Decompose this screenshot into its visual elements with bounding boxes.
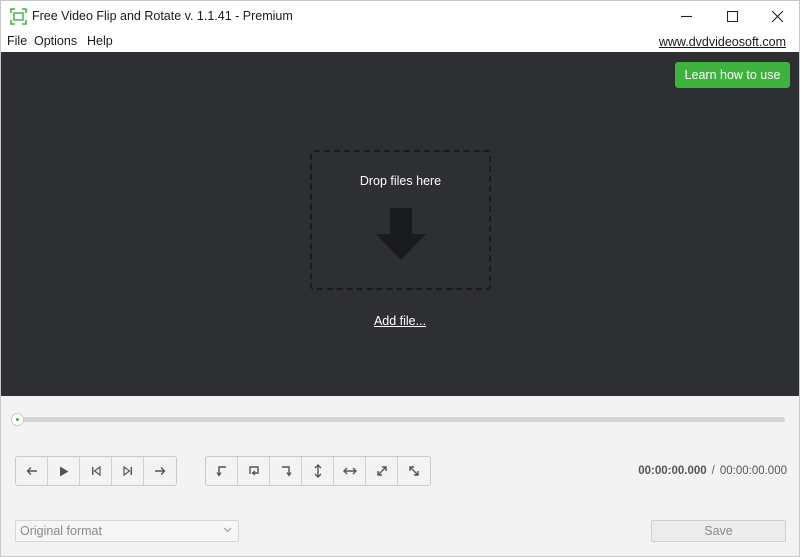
- total-time: 00:00:00.000: [719, 465, 787, 477]
- website-link[interactable]: www.dvdvideosoft.com: [659, 35, 786, 49]
- rotate-left-icon: [215, 466, 226, 477]
- arrow-right-icon: [155, 467, 166, 475]
- play-button[interactable]: [48, 457, 80, 485]
- app-window: Free Video Flip and Rotate v. 1.1.41 - P…: [0, 0, 800, 557]
- time-readout: 00:00:00.000 / 00:00:00.000: [638, 465, 787, 477]
- output-format-select[interactable]: Original format: [15, 520, 239, 542]
- drop-files-label: Drop files here: [359, 174, 442, 188]
- minimize-icon: [680, 15, 692, 18]
- close-icon: [771, 11, 783, 22]
- skip-start-button[interactable]: [80, 457, 112, 485]
- maximize-button[interactable]: [709, 1, 755, 32]
- skip-end-icon: [122, 466, 132, 476]
- save-button[interactable]: Save: [651, 520, 786, 542]
- drop-panel[interactable]: Learn how to use Drop files here Add fil…: [1, 52, 799, 396]
- rotate-180-button[interactable]: [238, 457, 270, 485]
- seek-thumb[interactable]: [11, 413, 24, 426]
- transform-controls: [205, 456, 431, 486]
- transverse-icon: [409, 466, 419, 476]
- add-file-label[interactable]: Add file...: [374, 314, 426, 328]
- rotate-right-icon: [281, 466, 292, 477]
- window-title: Free Video Flip and Rotate v. 1.1.41 - P…: [32, 9, 293, 23]
- menu-file[interactable]: File: [7, 34, 27, 48]
- arrow-left-icon: [26, 467, 37, 475]
- maximize-icon: [726, 11, 738, 22]
- rotate-right-button[interactable]: [270, 457, 302, 485]
- flip-vertical-button[interactable]: [302, 457, 334, 485]
- menu-options[interactable]: Options: [34, 34, 77, 48]
- menu-help[interactable]: Help: [87, 34, 113, 48]
- close-button[interactable]: [754, 1, 800, 32]
- transpose-button[interactable]: [366, 457, 398, 485]
- app-logo-icon: [10, 8, 27, 25]
- transpose-icon: [376, 466, 387, 476]
- title-bar[interactable]: Free Video Flip and Rotate v. 1.1.41 - P…: [1, 1, 799, 32]
- transverse-button[interactable]: [398, 457, 430, 485]
- rotate-left-button[interactable]: [206, 457, 238, 485]
- menu-bar: File Options Help www.dvdvideosoft.com: [1, 32, 799, 52]
- flip-horizontal-icon: [342, 467, 357, 475]
- add-file-link[interactable]: Add file...: [1, 314, 799, 328]
- time-separator: /: [711, 465, 715, 477]
- current-time: 00:00:00.000: [638, 465, 707, 477]
- play-icon: [59, 466, 68, 476]
- drop-zone[interactable]: Drop files here: [310, 150, 491, 290]
- flip-horizontal-button[interactable]: [334, 457, 366, 485]
- previous-frame-button[interactable]: [16, 457, 48, 485]
- chevron-down-icon: [223, 527, 232, 533]
- skip-start-icon: [91, 466, 101, 476]
- arrow-down-icon: [376, 208, 426, 260]
- learn-how-to-use-button[interactable]: Learn how to use: [675, 62, 790, 88]
- rotate-180-icon: [248, 466, 259, 476]
- next-frame-button[interactable]: [144, 457, 176, 485]
- playback-controls: [15, 456, 177, 486]
- minimize-button[interactable]: [663, 1, 709, 32]
- seek-track[interactable]: [15, 417, 785, 422]
- flip-vertical-icon: [314, 464, 321, 478]
- skip-end-button[interactable]: [112, 457, 144, 485]
- output-format-value: Original format: [20, 524, 102, 538]
